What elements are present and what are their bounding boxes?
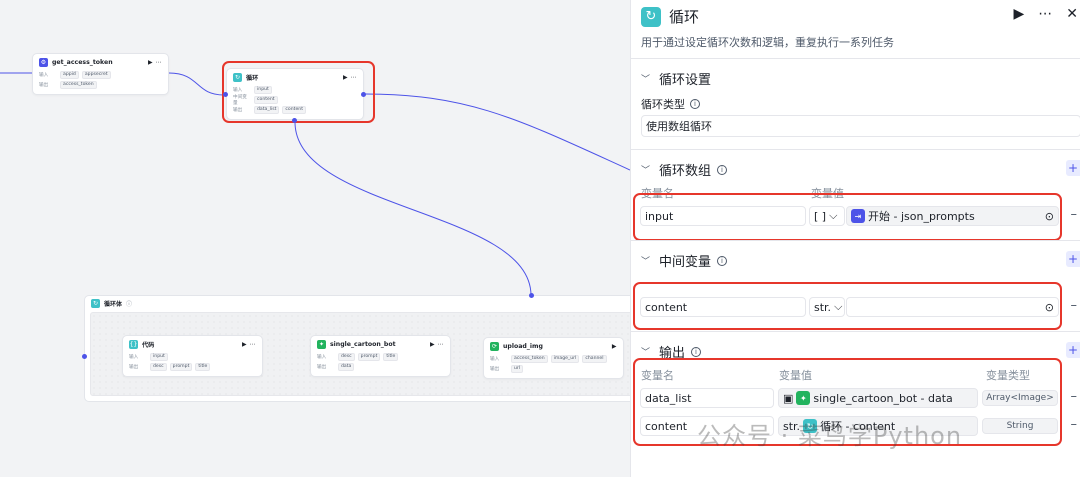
run-icon[interactable]: ▶ ⋯ [148,59,162,66]
info-icon: i [691,346,702,357]
run-icon[interactable]: ▶ ⋯ [430,341,444,348]
port-dot[interactable] [361,92,366,97]
loop-icon: ↻ [641,6,661,27]
chevron-down-icon: ﹀ [641,75,651,85]
output-label: 输出 [317,365,327,370]
more-icon[interactable]: ⋯ [1038,6,1052,22]
highlight-box [633,193,1062,241]
node-title: upload_img [503,342,543,350]
output-label: 输出 [39,83,49,88]
input-chip: prompt [357,353,381,361]
watermark-text: 公众号 · 菜鸟学Python [697,422,963,450]
section-title: 循环设置 [659,73,712,88]
input-chip: access_token [511,355,548,363]
run-icon[interactable]: ▶ [612,343,617,350]
info-icon: i [717,255,728,266]
chevron-down-icon: ﹀ [641,166,651,176]
input-label: 输入 [490,357,500,362]
output-chip: prompt [169,363,193,371]
output-chip: access_token [60,81,97,89]
input-label: 输入 [317,355,327,360]
section-array[interactable]: ﹀ 循环数组 i [641,160,728,179]
node-title: 代码 [142,341,155,349]
section-title: 中间变量 [659,255,712,270]
output-label: 输出 [129,365,139,370]
info-icon: ⓘ [126,301,133,308]
node-upload-img[interactable]: ⟳ upload_img ▶ 输入 access_token image_url… [483,337,624,379]
section-settings[interactable]: ﹀ 循环设置 [641,69,711,88]
bot-icon: ✦ [317,339,326,349]
section-mid[interactable]: ﹀ 中间变量 i [641,251,728,270]
output-label: 输出 [490,367,500,372]
node-get-access-token[interactable]: ⚙ get_access_token ▶ ⋯ 输入 appid appsecre… [32,53,169,95]
port-dot[interactable] [529,293,534,298]
remove-icon[interactable]: – [1071,207,1078,222]
output-chip: title [195,363,211,371]
loop-body-title: 循环体 [104,301,123,308]
upload-icon: ⟳ [490,341,499,351]
loop-type-value: 使用数组循环 [646,120,712,133]
info-icon: i [717,164,728,175]
input-chip: channel [582,355,607,363]
remove-icon[interactable]: – [1071,298,1078,313]
highlight-box [633,282,1062,330]
chevron-down-icon: ﹀ [641,348,651,358]
chevron-down-icon: ﹀ [641,257,651,267]
input-chip: desc [338,353,355,361]
run-icon[interactable]: ▶ [1013,6,1024,22]
input-chip: image_url [550,355,580,363]
workflow-canvas[interactable]: ⚙ get_access_token ▶ ⋯ 输入 appid appsecre… [0,0,630,477]
input-label: 输入 [39,73,49,78]
info-icon: i [690,99,700,109]
highlight-box [222,61,375,123]
loop-icon: ↻ [91,299,100,308]
close-icon[interactable]: ✕ [1066,6,1078,22]
input-label: 输入 [129,355,139,360]
port-dot[interactable] [292,118,297,123]
panel-title: 循环 [669,8,700,26]
output-chip: url [511,365,524,373]
node-title: single_cartoon_bot [330,340,396,348]
input-chip: appid [60,71,79,79]
section-title: 循环数组 [659,164,712,179]
node-code[interactable]: {} 代码 ▶ ⋯ 输入 input 输出 desc prompt title [122,335,263,377]
loop-type-select[interactable]: 使用数组循环 [641,115,1080,137]
panel-description: 用于通过设定循环次数和逻辑，重复执行一系列任务 [641,36,894,49]
add-array-button[interactable]: + [1066,160,1080,176]
input-chip: input [150,353,168,361]
code-icon: {} [129,339,138,349]
port-dot[interactable] [82,354,87,359]
add-output-button[interactable]: + [1066,342,1080,358]
input-chip: appsecret [81,71,111,79]
remove-icon[interactable]: – [1071,389,1078,404]
output-chip: data [338,363,355,371]
loop-type-label: 循环类型 [641,98,685,111]
remove-icon[interactable]: – [1071,417,1078,432]
add-mid-button[interactable]: + [1066,251,1080,267]
plugin-icon: ⚙ [39,57,48,67]
output-chip: desc [150,363,167,371]
port-dot[interactable] [223,92,228,97]
input-chip: title [383,353,399,361]
node-single-cartoon-bot[interactable]: ✦ single_cartoon_bot ▶ ⋯ 输入 desc prompt … [310,335,451,377]
run-icon[interactable]: ▶ ⋯ [242,341,256,348]
node-title: get_access_token [52,58,113,66]
